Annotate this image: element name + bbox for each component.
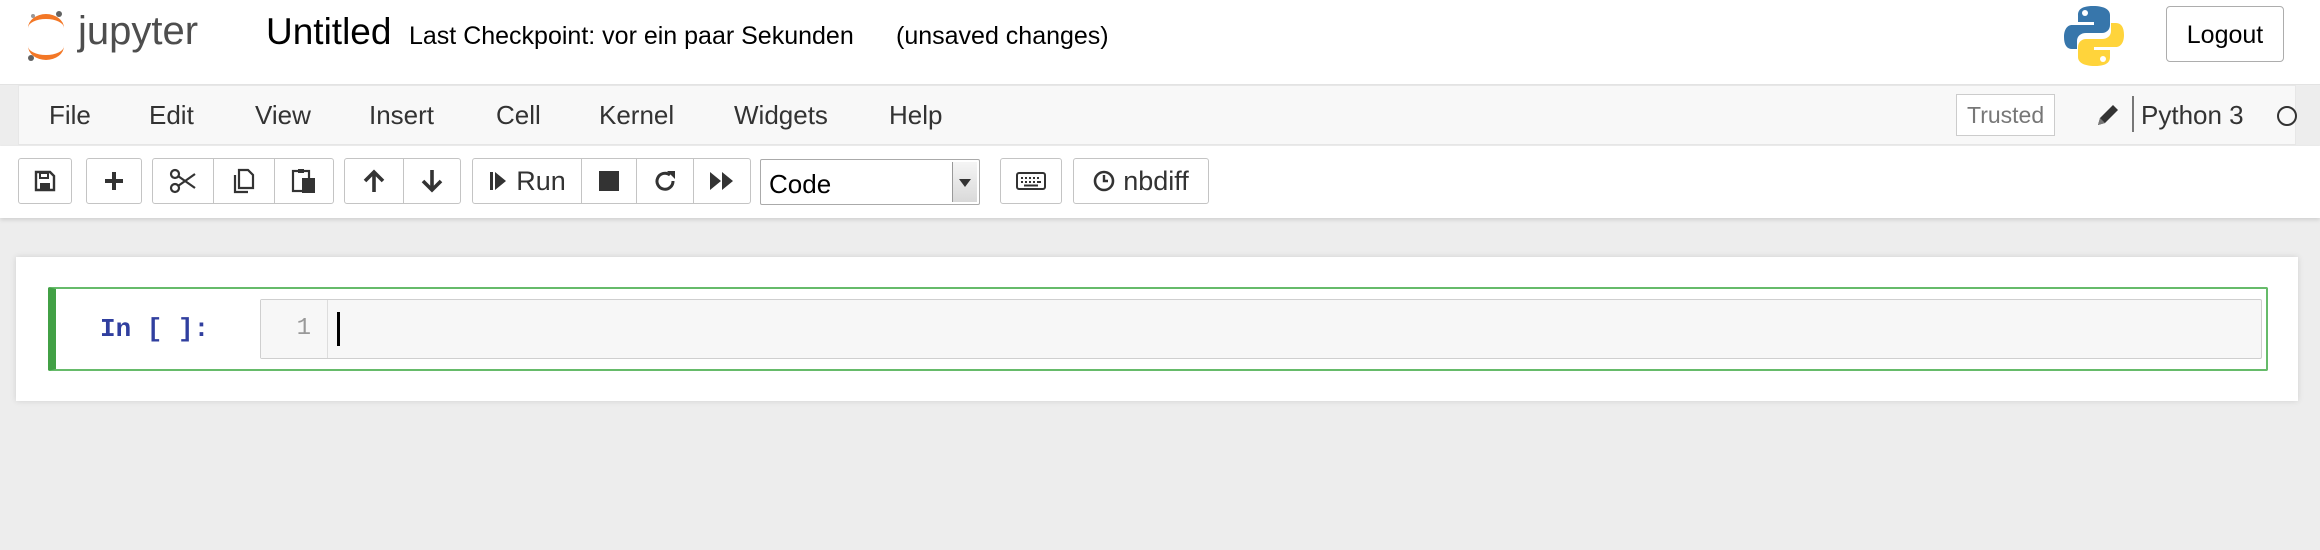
floppy-disk-icon — [34, 170, 56, 192]
menu-cell[interactable]: Cell — [496, 86, 541, 144]
menu-help[interactable]: Help — [889, 86, 942, 144]
stop-icon — [599, 171, 619, 191]
scissors-icon — [169, 168, 196, 194]
nbdiff-label: nbdiff — [1123, 165, 1189, 196]
notebook-container: In [ ]: 1 — [16, 257, 2298, 401]
copy-icon — [233, 168, 255, 194]
menu-view[interactable]: View — [255, 86, 311, 144]
command-palette-button[interactable] — [1000, 158, 1062, 204]
kernel-separator — [2132, 96, 2134, 132]
menu-insert[interactable]: Insert — [369, 86, 434, 144]
code-editor[interactable]: 1 — [260, 299, 2262, 359]
run-button-label: Run — [516, 165, 566, 196]
logout-button[interactable]: Logout — [2166, 6, 2284, 62]
cut-cells-button[interactable] — [152, 158, 214, 204]
menu-edit[interactable]: Edit — [149, 86, 194, 144]
restart-button[interactable] — [636, 158, 694, 204]
menu-file[interactable]: File — [49, 86, 91, 144]
trusted-indicator[interactable]: Trusted — [1956, 94, 2056, 136]
notebook-title[interactable]: Untitled — [266, 10, 391, 54]
paste-icon — [291, 169, 315, 193]
save-button[interactable] — [18, 158, 72, 204]
copy-cells-button[interactable] — [213, 158, 275, 204]
line-number: 1 — [296, 315, 311, 342]
cell-type-value: Code — [769, 169, 832, 199]
pencil-icon[interactable] — [2095, 102, 2121, 128]
checkpoint-status: Last Checkpoint: vor ein paar Sekunden — [409, 22, 854, 50]
autosave-status: (unsaved changes) — [896, 22, 1109, 50]
move-down-button[interactable] — [403, 158, 461, 204]
paste-cells-button[interactable] — [274, 158, 334, 204]
arrow-up-icon — [363, 169, 385, 192]
move-up-button[interactable] — [344, 158, 404, 204]
header: jupyter Untitled Last Checkpoint: vor ei… — [0, 0, 2320, 85]
interrupt-button[interactable] — [581, 158, 637, 204]
run-button[interactable]: Run — [472, 158, 582, 204]
plus-icon — [105, 172, 123, 190]
menubar: File Edit View Insert Cell Kernel Widget… — [18, 85, 2297, 145]
arrow-down-icon — [421, 170, 443, 193]
insert-cell-below-button[interactable] — [86, 158, 142, 204]
kernel-idle-icon — [2277, 106, 2297, 126]
chevron-down-icon[interactable] — [952, 162, 977, 202]
jupyter-logo[interactable]: jupyter — [24, 6, 244, 66]
nbdiff-button[interactable]: nbdiff — [1073, 158, 1209, 204]
code-cell[interactable]: In [ ]: 1 — [48, 287, 2268, 371]
cell-type-select[interactable]: Code — [760, 159, 980, 205]
python-logo-icon — [2064, 4, 2124, 68]
redo-icon — [655, 171, 675, 191]
menu-widgets[interactable]: Widgets — [734, 86, 828, 144]
text-cursor — [337, 312, 340, 346]
clock-icon — [1093, 170, 1115, 192]
jupyter-logo-text: jupyter — [77, 9, 198, 53]
restart-run-all-button[interactable] — [693, 158, 751, 204]
jupyter-logo-icon — [28, 11, 64, 61]
kernel-name[interactable]: Python 3 — [2141, 86, 2244, 144]
keyboard-icon — [1016, 172, 1046, 190]
line-gutter: 1 — [261, 300, 328, 358]
fast-forward-icon — [710, 172, 733, 190]
toolbar: Run Code nbdiff — [0, 146, 2320, 218]
input-prompt: In [ ]: — [100, 314, 210, 344]
menu-kernel[interactable]: Kernel — [599, 86, 674, 144]
step-forward-icon — [490, 172, 507, 190]
